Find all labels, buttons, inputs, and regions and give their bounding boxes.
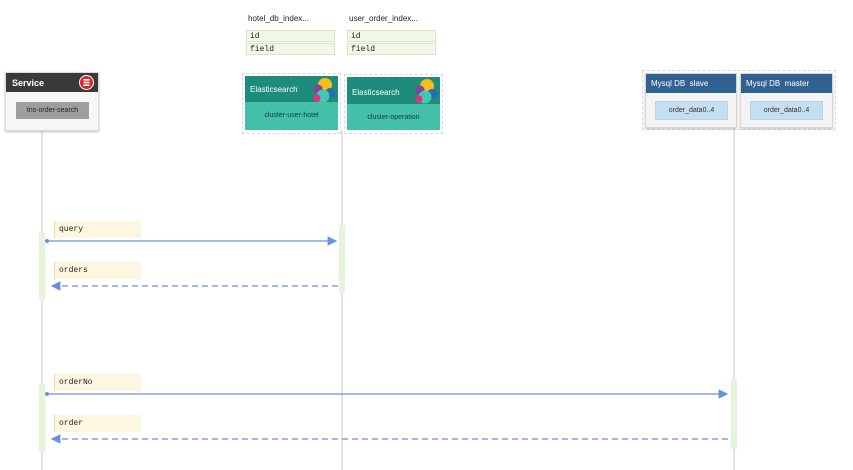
user-order-index-field-field: field (347, 43, 436, 55)
database-stack-icon (79, 75, 94, 90)
user-order-index-field-id: id (347, 30, 436, 42)
elasticsearch-activation (339, 225, 345, 293)
elasticsearch-operation[interactable]: Elasticsearch cluster-operation (344, 74, 443, 134)
query-arrow-start (45, 239, 49, 243)
elasticsearch-logo-icon (415, 79, 437, 104)
service-component-label: tns-order-search (16, 102, 89, 119)
service-activation-1 (39, 232, 45, 300)
elasticsearch-logo-icon (313, 78, 335, 103)
orderno-arrow-start (45, 392, 49, 396)
mysql-activation (731, 379, 737, 449)
service-header: Service (6, 73, 98, 92)
mysql-slave-header: Mysql DB slave (646, 74, 736, 93)
mysql-slave[interactable]: Mysql DB slave order_data0..4 (645, 73, 737, 128)
elasticsearch-user-hotel[interactable]: Elasticsearch cluster-user-hotel (242, 73, 341, 134)
service-title: Service (12, 78, 45, 88)
message-label-order: order (54, 415, 141, 432)
elasticsearch-header: Elasticsearch (347, 77, 440, 104)
mysql-master-table: order_data0..4 (750, 101, 823, 120)
hotel-index-title: hotel_db_index... (248, 14, 309, 23)
elasticsearch-title: Elasticsearch (352, 88, 400, 97)
elasticsearch-cluster-label: cluster-user-hotel (264, 112, 319, 119)
elasticsearch-header: Elasticsearch (245, 76, 338, 103)
elasticsearch-body: cluster-user-hotel (245, 102, 338, 130)
message-label-query: query (54, 221, 141, 238)
service-participant[interactable]: Service tns-order-search (5, 72, 99, 131)
mysql-master-title: Mysql DB master (746, 79, 810, 88)
elasticsearch-title: Elasticsearch (250, 85, 298, 94)
hotel-index-field-id: id (246, 30, 335, 42)
service-activation-2 (39, 384, 45, 452)
elasticsearch-cluster-label: cluster-operation (367, 114, 420, 121)
hotel-index-field-field: field (246, 43, 335, 55)
mysql-slave-title: Mysql DB slave (651, 79, 709, 88)
message-label-orderno: orderNo (54, 374, 141, 391)
mysql-master-header: Mysql DB master (741, 74, 832, 93)
elasticsearch-body: cluster-operation (347, 104, 440, 130)
mysql-master[interactable]: Mysql DB master order_data0..4 (740, 73, 833, 128)
message-label-orders: orders (54, 262, 141, 279)
mysql-slave-table: order_data0..4 (655, 101, 728, 120)
user-order-index-title: user_order_index... (349, 14, 418, 23)
